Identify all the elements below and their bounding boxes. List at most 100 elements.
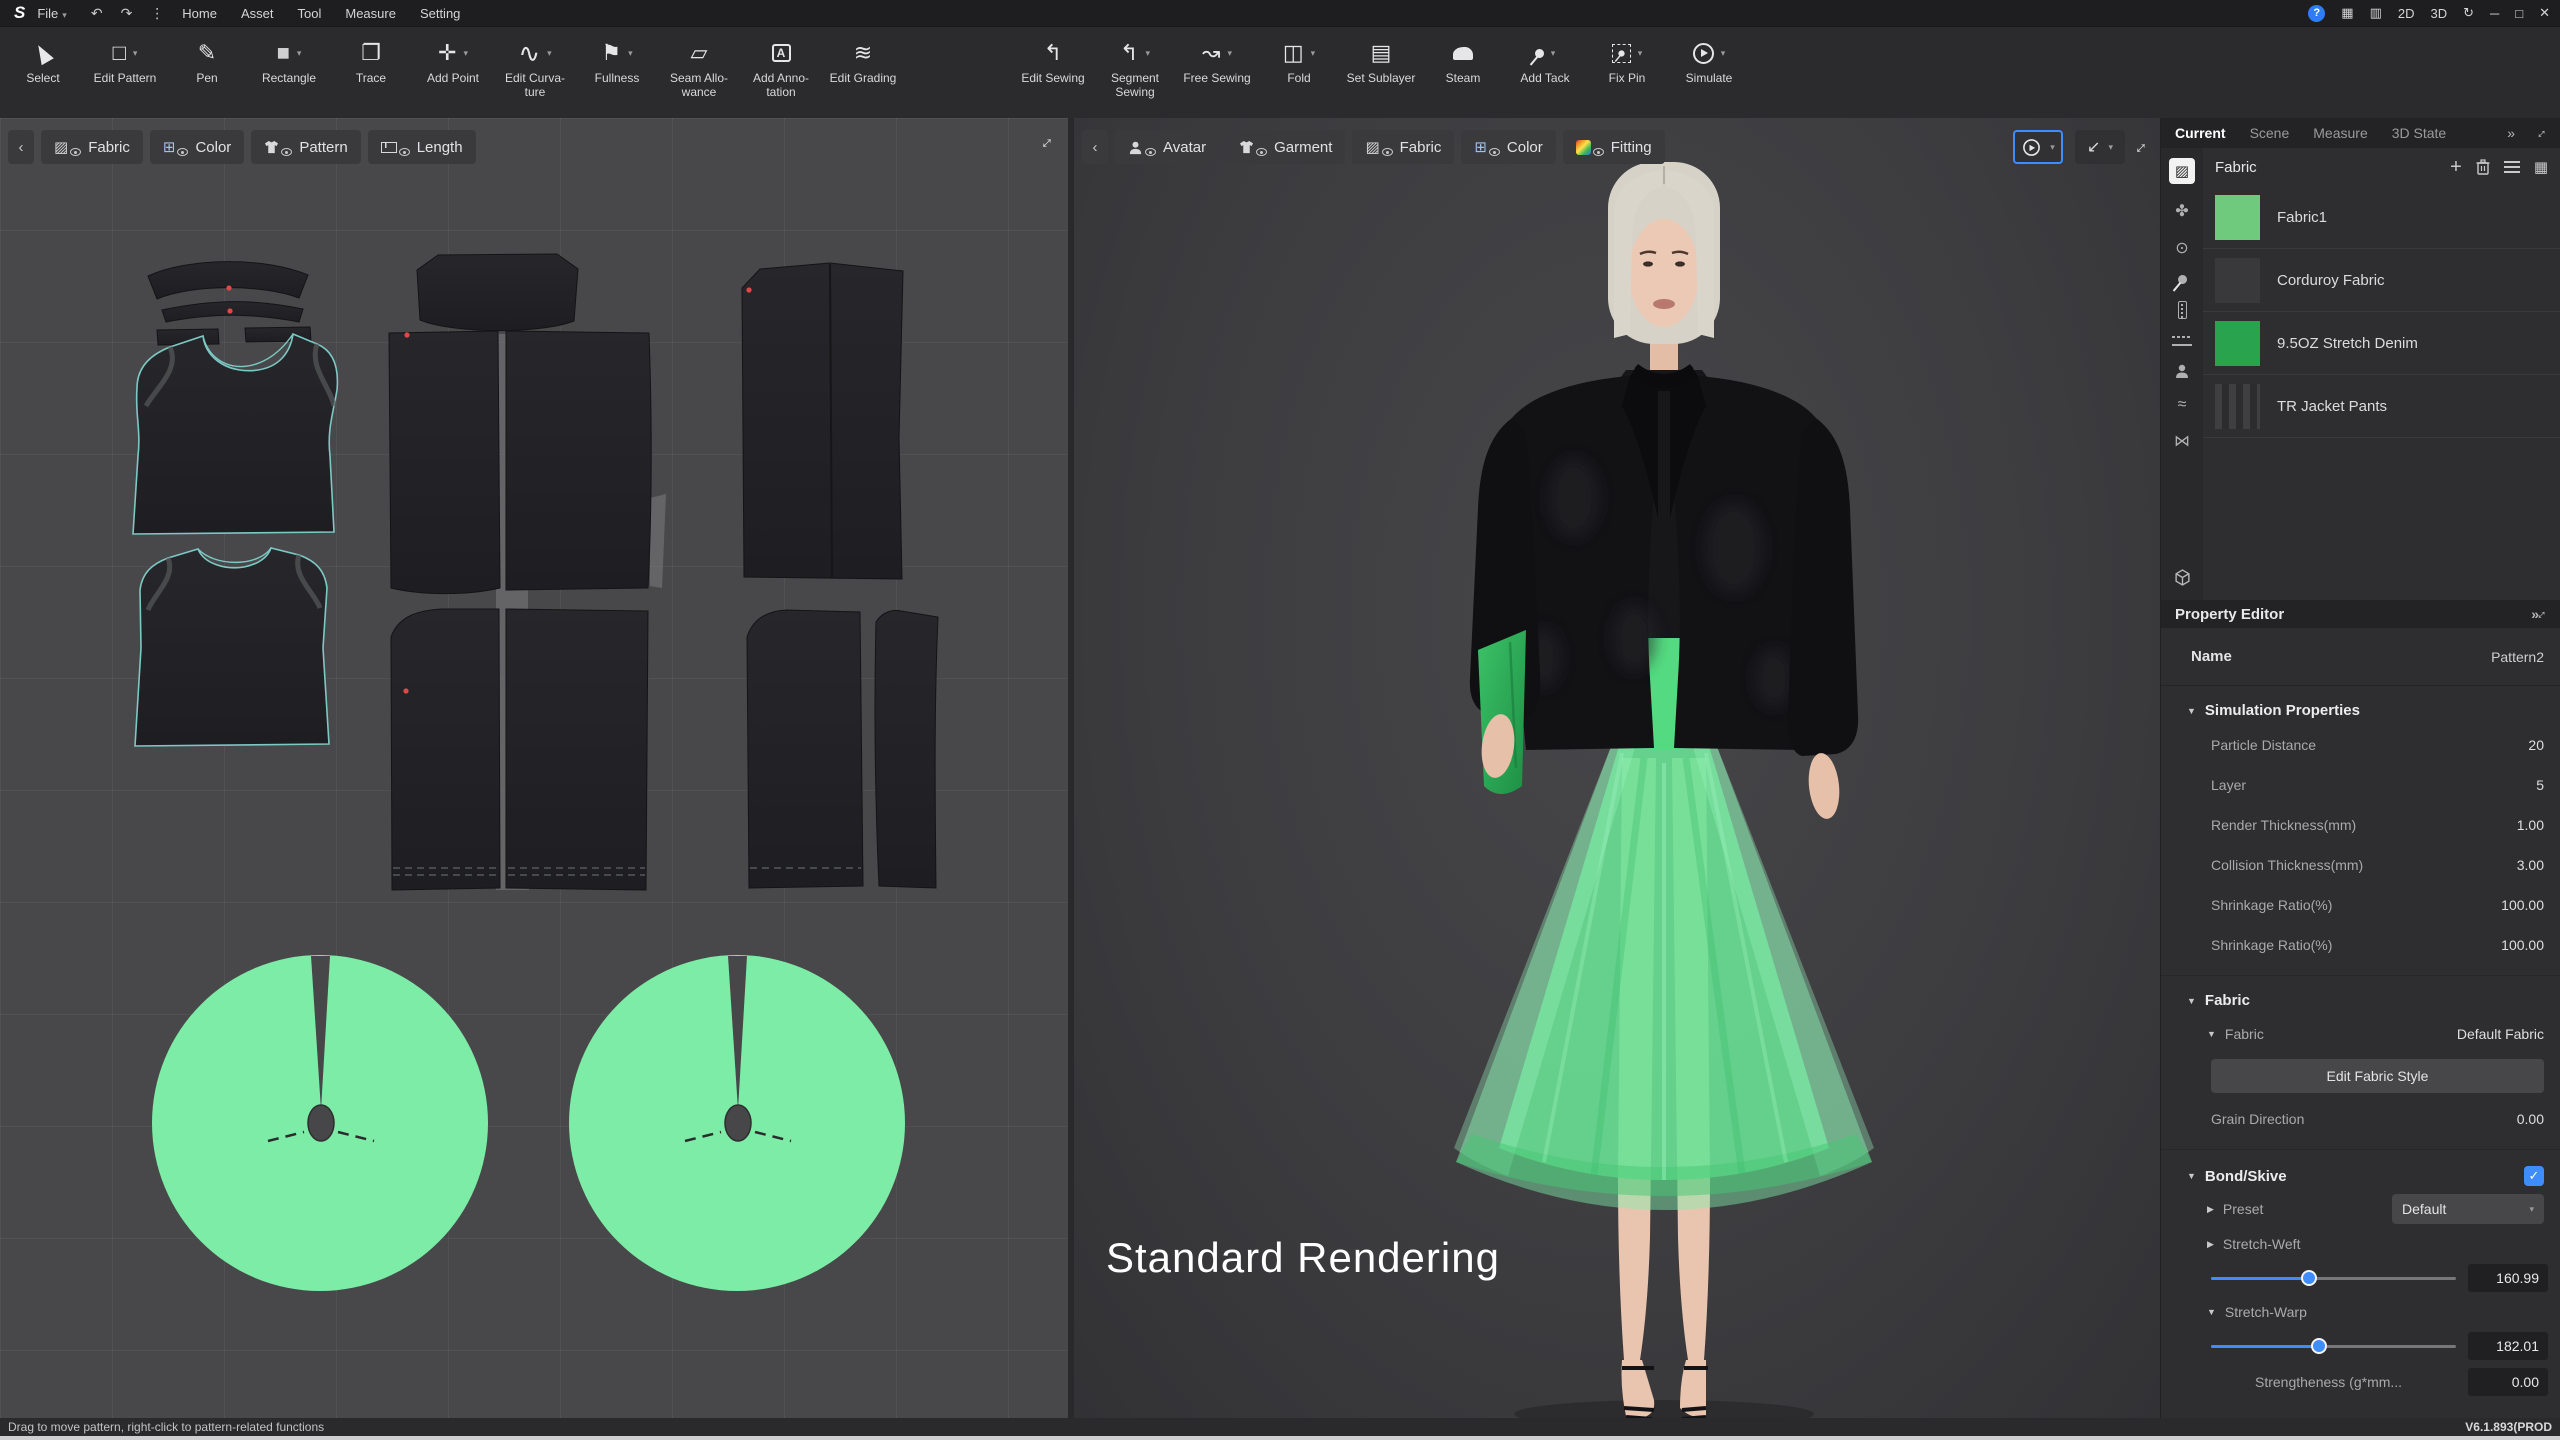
strength-value[interactable]: 0.00 <box>2468 1368 2548 1396</box>
collapse-panel-icon[interactable]: » <box>2507 125 2515 141</box>
tab-2d-fabric[interactable]: ▨ Fabric <box>41 130 143 164</box>
pin-category-icon[interactable] <box>2175 273 2189 286</box>
grid-view-button[interactable]: ▦ <box>2534 158 2548 176</box>
list-view-button[interactable] <box>2503 161 2520 163</box>
rectangle-button[interactable]: ■ ▾ Rectangle <box>248 35 330 86</box>
menu-tool[interactable]: Tool <box>298 6 322 21</box>
segment-sewing-button[interactable]: ↰ ▾ Segment Sewing <box>1094 35 1176 100</box>
set-sublayer-button[interactable]: ▤ Set Sublayer <box>1340 35 1422 86</box>
avatar-category-icon[interactable] <box>2174 363 2190 379</box>
pattern-piece-jacket-front-right[interactable] <box>505 608 649 891</box>
name-value[interactable]: Pattern2 <box>2491 649 2544 665</box>
garment-skirt[interactable] <box>1454 744 1874 1210</box>
tab-2d-length[interactable]: Length <box>367 130 476 164</box>
select-button[interactable]: Select <box>2 35 84 86</box>
free-sewing-button[interactable]: ↝ ▾ Free Sewing <box>1176 35 1258 86</box>
fold-button[interactable]: ◫ ▾ Fold <box>1258 35 1340 86</box>
menu-measure[interactable]: Measure <box>345 6 396 21</box>
bond-skive-checkbox[interactable]: ✓ <box>2524 1166 2544 1186</box>
fabric-value[interactable]: Default Fabric <box>2457 1026 2544 1042</box>
tab-current[interactable]: Current <box>2175 125 2226 141</box>
reset-view-icon[interactable]: ↻ <box>2463 5 2474 21</box>
fabric-list-item[interactable]: Corduroy Fabric <box>2203 249 2560 312</box>
stretch-warp-slider[interactable] <box>2211 1337 2456 1354</box>
tape-category-icon[interactable]: ⋈ <box>2174 431 2190 451</box>
fix-pin-button[interactable]: ▾ Fix Pin <box>1586 35 1668 86</box>
zipper-category-icon[interactable] <box>2177 301 2187 319</box>
simulation-properties-section[interactable]: ▼ Simulation Properties <box>2161 686 2560 725</box>
menu-home[interactable]: Home <box>182 6 217 21</box>
fabric-category-icon[interactable]: ▨ <box>2169 158 2195 184</box>
trim-category-icon[interactable]: ✤ <box>2175 201 2188 221</box>
maximize-button[interactable]: □ <box>2515 6 2523 21</box>
menu-file[interactable]: File ▾ <box>37 6 66 21</box>
tab-3d-garment[interactable]: Garment <box>1226 130 1346 164</box>
stretch-weft-row[interactable]: ▶ Stretch-Weft <box>2161 1228 2560 1260</box>
redo-icon[interactable]: ↷ <box>121 5 133 22</box>
add-tack-button[interactable]: ▾ Add Tack <box>1504 35 1586 86</box>
tab-scene[interactable]: Scene <box>2250 125 2290 141</box>
pattern-piece-sleeve-under[interactable] <box>874 609 939 889</box>
seam-allowance-button[interactable]: ▱ Seam Allo-wance <box>658 35 740 100</box>
shirring-category-icon[interactable]: ≈ <box>2178 396 2187 414</box>
undo-icon[interactable]: ↶ <box>91 5 103 22</box>
fabric-list-item[interactable]: Fabric1 <box>2203 186 2560 249</box>
mode-2d-button[interactable]: 2D <box>2398 6 2415 21</box>
pattern-piece-circle-skirt-1[interactable] <box>152 955 488 1291</box>
cursor-mode-button[interactable]: ↙ ▾ <box>2075 130 2125 164</box>
3d-object-category-icon[interactable] <box>2174 569 2191 586</box>
layout-panels-icon[interactable]: ▥ <box>2370 5 2382 21</box>
minimize-button[interactable]: ─ <box>2490 6 2499 21</box>
preset-dropdown[interactable]: Default ▾ <box>2392 1194 2544 1224</box>
delete-fabric-button[interactable] <box>2476 159 2490 175</box>
tab-3d-avatar[interactable]: Avatar <box>1115 130 1220 164</box>
topstitch-category-icon[interactable] <box>2172 336 2192 346</box>
stretch-warp-row[interactable]: ▼ Stretch-Warp <box>2161 1296 2560 1328</box>
pattern-piece-vest-back[interactable] <box>134 547 330 747</box>
pattern-piece-circle-skirt-2[interactable] <box>569 955 905 1291</box>
add-fabric-button[interactable]: + <box>2450 157 2462 177</box>
expand-panel-icon[interactable]: ↕ <box>2534 125 2550 141</box>
pattern-piece-jacket-back-left[interactable] <box>388 330 501 595</box>
edit-sewing-button[interactable]: ↰ Edit Sewing <box>1012 35 1094 86</box>
keyboard-icon[interactable]: ▦ <box>2341 5 2353 21</box>
steam-button[interactable]: Steam <box>1422 35 1504 86</box>
fabric-list-item[interactable]: TR Jacket Pants <box>2203 375 2560 438</box>
add-annotation-button[interactable]: A Add Anno-tation <box>740 35 822 100</box>
collapse-tabs-button[interactable]: ‹ <box>1082 130 1108 164</box>
edit-grading-button[interactable]: ≋ Edit Grading <box>822 35 904 86</box>
menu-asset[interactable]: Asset <box>241 6 274 21</box>
stretch-warp-value[interactable]: 182.01 <box>2468 1332 2548 1360</box>
edit-pattern-button[interactable]: □ ▾ Edit Pattern <box>84 35 166 86</box>
fabric-sub-row[interactable]: ▼ Fabric Default Fabric <box>2161 1015 2560 1053</box>
fullness-button[interactable]: ⚑ ▾ Fullness <box>576 35 658 86</box>
pattern-piece-jacket-yoke[interactable] <box>416 253 579 332</box>
slider-handle[interactable] <box>2301 1269 2317 1286</box>
pen-button[interactable]: ✎ Pen <box>166 35 248 86</box>
stretch-weft-slider[interactable] <box>2211 1269 2456 1286</box>
tab-measure[interactable]: Measure <box>2313 125 2367 141</box>
tab-3d-fitting[interactable]: Fitting <box>1562 130 1665 164</box>
simulate-button[interactable]: ▾ Simulate <box>1668 35 1750 86</box>
tab-3d-fabric[interactable]: ▨ Fabric <box>1352 130 1455 164</box>
pattern-piece-collar-strips[interactable] <box>147 261 312 346</box>
bond-skive-section[interactable]: ▼ Bond/Skive ✓ <box>2161 1150 2560 1190</box>
button-category-icon[interactable]: ⊙ <box>2175 238 2188 258</box>
stretch-weft-value[interactable]: 160.99 <box>2468 1264 2548 1292</box>
garment-3d-viewport[interactable]: ‹ Avatar Garment ▨ Fabric ⊞ Color Fitting … <box>1074 118 2160 1418</box>
edit-fabric-style-button[interactable]: Edit Fabric Style <box>2211 1059 2544 1093</box>
collapse-tabs-button[interactable]: ‹ <box>8 130 34 164</box>
mode-3d-button[interactable]: 3D <box>2430 6 2447 21</box>
fabric-list-item[interactable]: 9.5OZ Stretch Denim <box>2203 312 2560 375</box>
menu-setting[interactable]: Setting <box>420 6 460 21</box>
pattern-piece-jacket-front-left[interactable] <box>390 608 501 891</box>
pattern-piece-sleeve-upper[interactable] <box>746 609 864 889</box>
tab-2d-pattern[interactable]: Pattern <box>251 130 361 164</box>
slider-handle[interactable] <box>2310 1337 2327 1354</box>
pattern-2d-viewport[interactable]: ‹ ▨ Fabric ⊞ Color Pattern Length ↕ <box>0 118 1068 1418</box>
fabric-section[interactable]: ▼ Fabric <box>2161 976 2560 1015</box>
assistant-icon[interactable]: ? <box>2308 4 2326 22</box>
edit-curvature-button[interactable]: ∿ ▾ Edit Curva-ture <box>494 35 576 100</box>
more-options-icon[interactable]: ⋮ <box>150 5 164 22</box>
pattern-piece-side-panel[interactable] <box>741 262 904 580</box>
